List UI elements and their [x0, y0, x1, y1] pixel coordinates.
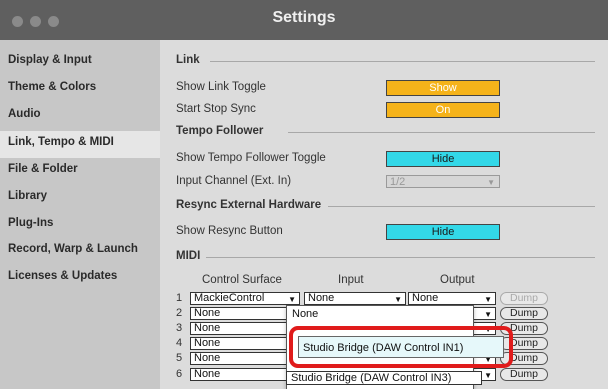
show-tempo-follower-toggle-label: Show Tempo Follower Toggle — [176, 152, 326, 164]
column-header-input: Input — [338, 274, 364, 286]
show-link-toggle-label: Show Link Toggle — [176, 81, 266, 93]
control-surface-select[interactable]: None▼ — [190, 368, 300, 381]
highlight-annotation — [289, 326, 513, 368]
control-surface-value: None — [194, 307, 221, 319]
chevron-down-icon: ▼ — [288, 295, 296, 304]
section-divider — [210, 61, 595, 62]
section-divider — [288, 132, 595, 133]
section-heading-midi: MIDI — [176, 250, 201, 262]
column-header-control-surface: Control Surface — [202, 274, 282, 286]
sidebar-item-library[interactable]: Library — [8, 190, 47, 202]
row6-input-select[interactable]: Studio Bridge (DAW Control IN3) — [286, 371, 482, 385]
input-value: None — [308, 292, 335, 304]
sidebar-item-plug-ins[interactable]: Plug-Ins — [8, 217, 53, 229]
chevron-down-icon: ▼ — [484, 295, 492, 304]
row-number: 1 — [176, 292, 183, 304]
chevron-down-icon: ▼ — [484, 371, 492, 380]
title-bar: Settings — [0, 0, 608, 40]
dump-button[interactable]: Dump — [500, 368, 548, 381]
column-header-output: Output — [440, 274, 475, 286]
sidebar-item-display-input[interactable]: Display & Input — [8, 54, 92, 66]
sidebar-item-theme-colors[interactable]: Theme & Colors — [8, 81, 96, 93]
show-link-toggle-button[interactable]: Show — [386, 80, 500, 96]
row-number: 5 — [176, 352, 183, 364]
output-select[interactable]: None ▼ — [408, 292, 496, 305]
section-heading-resync: Resync External Hardware — [176, 199, 322, 211]
input-channel-label: Input Channel (Ext. In) — [176, 175, 292, 187]
show-tempo-follower-toggle-button[interactable]: Hide — [386, 151, 500, 167]
control-surface-select[interactable]: None▼ — [190, 337, 300, 350]
control-surface-value: None — [194, 368, 221, 380]
control-surface-select[interactable]: None▼ — [190, 322, 300, 335]
input-value: Studio Bridge (DAW Control IN3) — [291, 372, 452, 384]
show-resync-button-label: Show Resync Button — [176, 225, 283, 237]
control-surface-select[interactable]: None▼ — [190, 352, 300, 365]
input-select[interactable]: None ▼ — [304, 292, 406, 305]
control-surface-value: None — [194, 337, 221, 349]
chevron-down-icon: ▼ — [394, 295, 402, 304]
chevron-down-icon: ▼ — [484, 310, 492, 319]
section-heading-tempo-follower: Tempo Follower — [176, 125, 264, 137]
row-number: 4 — [176, 337, 183, 349]
sidebar-item-file-folder[interactable]: File & Folder — [8, 163, 78, 175]
section-divider — [206, 257, 595, 258]
chevron-down-icon: ▼ — [487, 178, 495, 187]
show-resync-button[interactable]: Hide — [386, 224, 500, 240]
row-number: 3 — [176, 322, 183, 334]
start-stop-sync-label: Start Stop Sync — [176, 103, 256, 115]
dropdown-option-none[interactable]: None — [292, 308, 318, 320]
sidebar: Display & Input Theme & Colors Audio Lin… — [0, 40, 160, 389]
control-surface-select[interactable]: None▼ — [190, 307, 300, 320]
window-title: Settings — [272, 9, 336, 26]
control-surface-select[interactable]: MackieControl ▼ — [190, 292, 300, 305]
dump-button[interactable]: Dump — [500, 307, 548, 320]
row-number: 2 — [176, 307, 183, 319]
sidebar-item-licenses-updates[interactable]: Licenses & Updates — [8, 270, 117, 282]
output-value: None — [412, 292, 439, 304]
control-surface-value: None — [194, 322, 221, 334]
sidebar-item-link-tempo-midi[interactable]: Link, Tempo & MIDI — [8, 136, 114, 148]
input-channel-select[interactable]: 1/2 ▼ — [386, 175, 500, 188]
section-divider — [328, 206, 595, 207]
row-number: 6 — [176, 368, 183, 380]
sidebar-item-audio[interactable]: Audio — [8, 108, 41, 120]
control-surface-value: None — [194, 352, 221, 364]
sidebar-item-record-warp-launch[interactable]: Record, Warp & Launch — [8, 243, 138, 255]
start-stop-sync-button[interactable]: On — [386, 102, 500, 118]
control-surface-value: MackieControl — [194, 292, 265, 304]
settings-window: Settings Display & Input Theme & Colors … — [0, 0, 608, 389]
section-heading-link: Link — [176, 54, 200, 66]
dump-button[interactable]: Dump — [500, 292, 548, 305]
input-channel-value: 1/2 — [390, 176, 406, 188]
